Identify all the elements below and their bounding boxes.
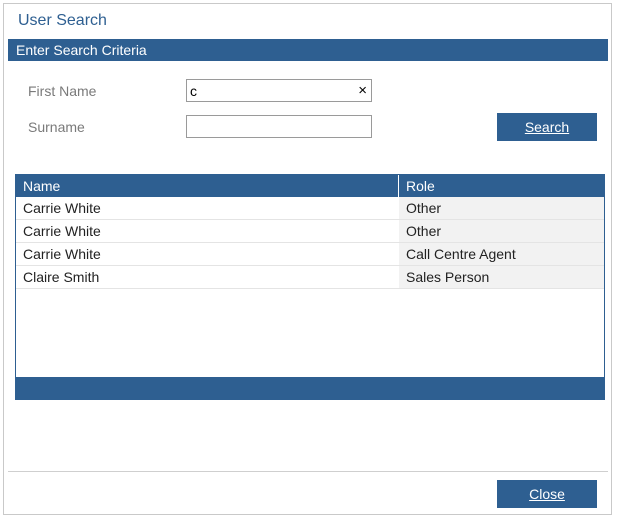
column-header-name[interactable]: Name [16, 175, 399, 197]
footer-divider [8, 471, 608, 472]
user-search-dialog: User Search Enter Search Criteria First … [3, 3, 612, 515]
cell-role: Sales Person [399, 266, 604, 288]
grid-footer-bar [16, 377, 604, 399]
column-header-role[interactable]: Role [399, 175, 604, 197]
dialog-title: User Search [18, 12, 107, 29]
first-name-input[interactable] [187, 80, 350, 101]
table-row[interactable]: Claire Smith Sales Person [16, 266, 604, 289]
section-header: Enter Search Criteria [8, 39, 608, 61]
cell-name: Carrie White [16, 197, 399, 219]
first-name-label: First Name [28, 83, 97, 99]
table-row[interactable]: Carrie White Other [16, 220, 604, 243]
cell-role: Call Centre Agent [399, 243, 604, 265]
clear-icon[interactable]: × [358, 80, 367, 101]
cell-role: Other [399, 220, 604, 242]
surname-input[interactable] [187, 116, 350, 137]
first-name-field-wrapper: × [186, 79, 372, 102]
search-button[interactable]: Search [497, 113, 597, 141]
results-grid: Name Role Carrie White Other Carrie Whit… [15, 174, 605, 400]
close-button[interactable]: Close [497, 480, 597, 508]
cell-name: Carrie White [16, 243, 399, 265]
table-row[interactable]: Carrie White Call Centre Agent [16, 243, 604, 266]
cell-role: Other [399, 197, 604, 219]
cell-name: Claire Smith [16, 266, 399, 288]
grid-header-row: Name Role [16, 175, 604, 197]
cell-name: Carrie White [16, 220, 399, 242]
surname-label: Surname [28, 119, 85, 135]
surname-field-wrapper [186, 115, 372, 138]
table-row[interactable]: Carrie White Other [16, 197, 604, 220]
